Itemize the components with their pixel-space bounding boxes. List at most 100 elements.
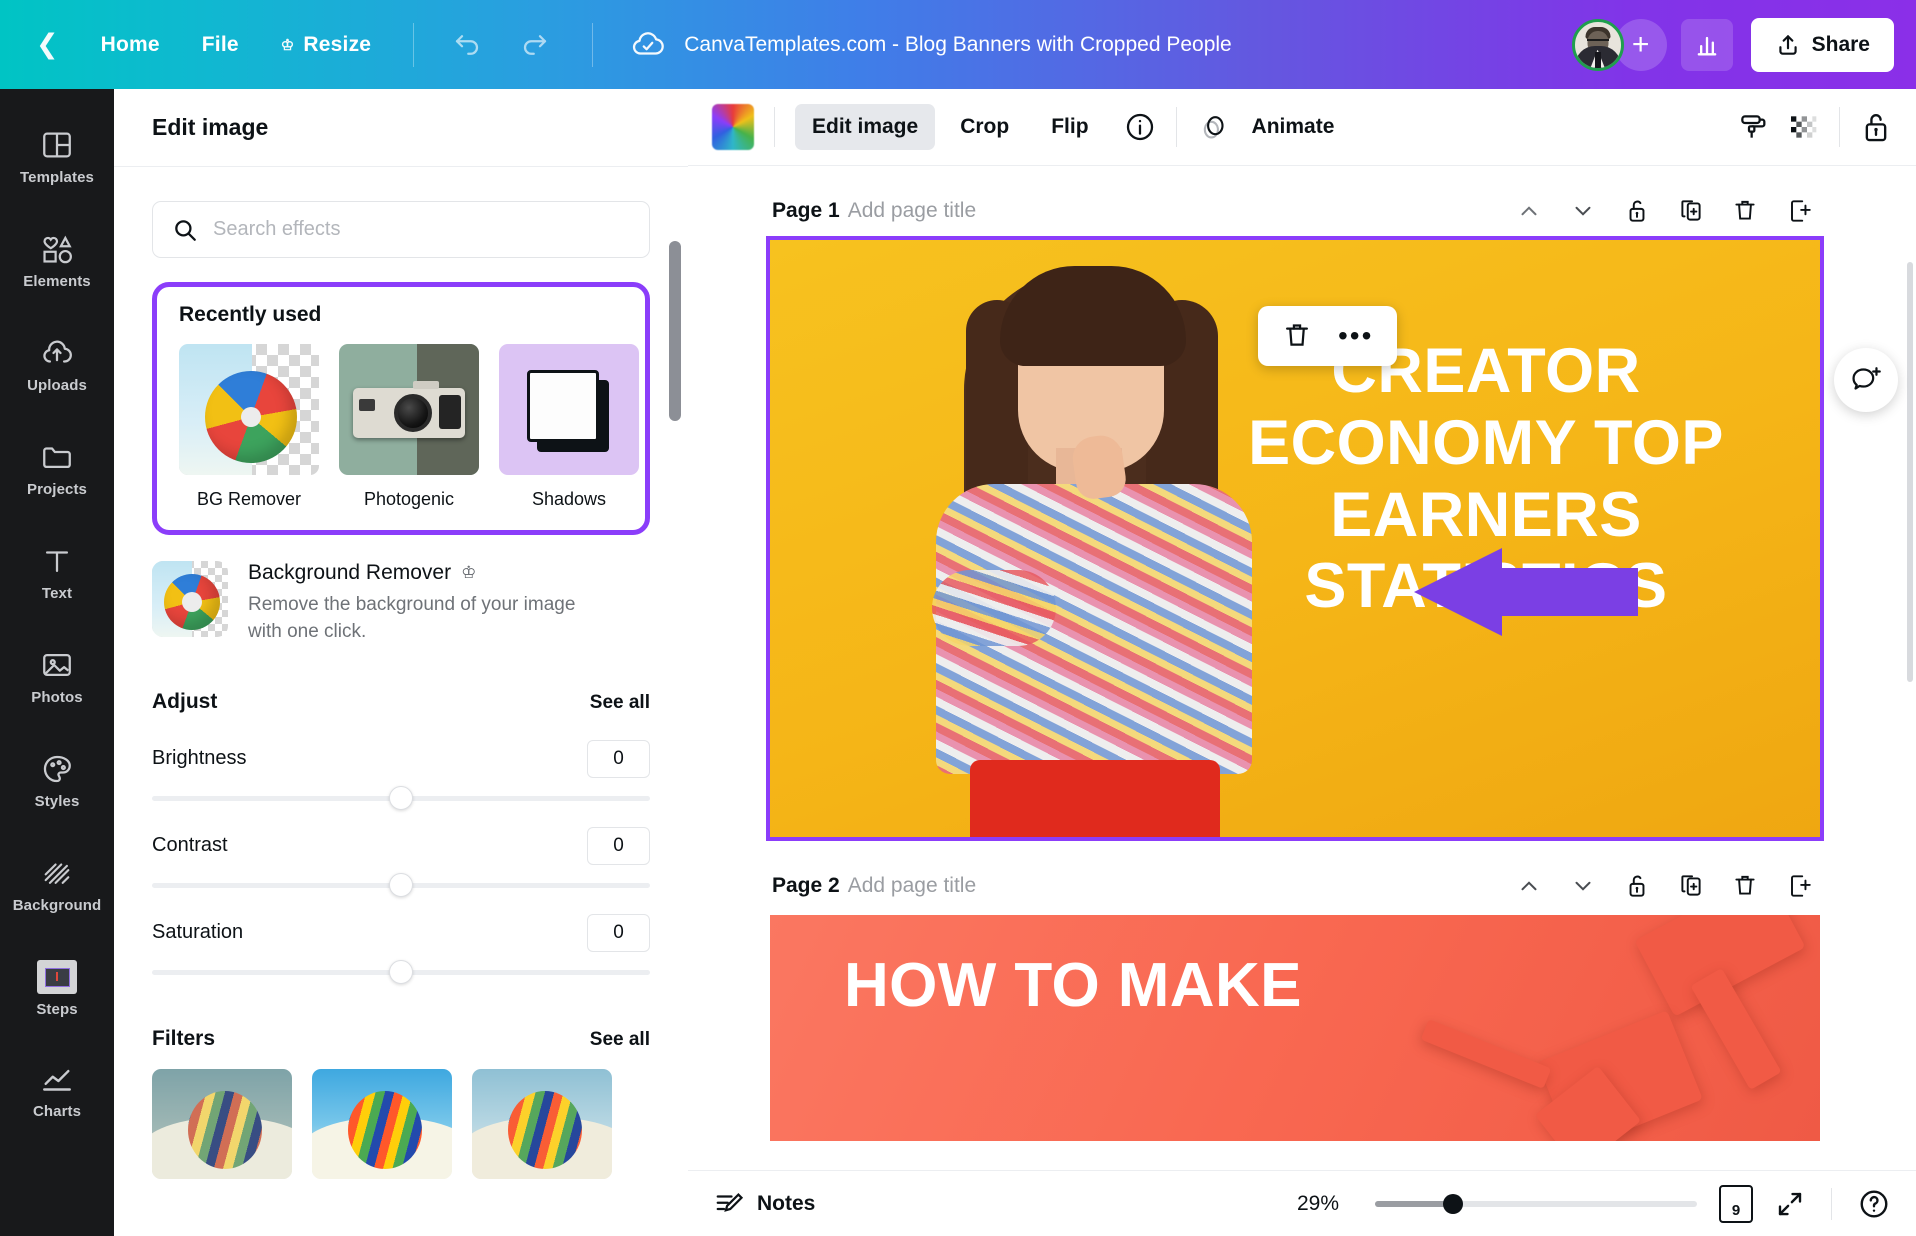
chevron-up-icon[interactable] [1516, 873, 1542, 899]
pages-scroll-container: Page 1 Add page title CREATOR ECONOMY TO… [688, 166, 1916, 1236]
filters-see-all-link[interactable]: See all [590, 1029, 650, 1051]
chevron-up-icon[interactable] [1516, 198, 1542, 224]
rail-item-projects[interactable]: Projects [0, 417, 114, 521]
trash-icon[interactable] [1732, 872, 1758, 900]
transparency-icon[interactable] [1787, 111, 1819, 143]
rail-item-templates[interactable]: Templates [0, 105, 114, 209]
bar-chart-icon[interactable] [1680, 18, 1733, 71]
top-header-bar: ❮ Home File ♔ Resize CanvaTemplates.com … [0, 0, 1916, 89]
document-title[interactable]: CanvaTemplates.com - Blog Banners with C… [684, 33, 1231, 57]
add-comment-icon[interactable] [1834, 348, 1898, 412]
lock-icon[interactable] [1624, 872, 1650, 900]
bottom-divider [1831, 1187, 1832, 1220]
avatar[interactable] [1571, 18, 1624, 71]
rail-label-photos: Photos [31, 689, 83, 706]
search-input[interactable] [213, 218, 630, 241]
slider-track-saturation[interactable] [152, 960, 650, 985]
rail-item-text[interactable]: Text [0, 521, 114, 625]
page-manager-icon[interactable]: 9 [1719, 1181, 1757, 1223]
notes-icon [716, 1192, 744, 1212]
duplicate-icon[interactable] [1678, 197, 1704, 225]
rail-label-projects: Projects [27, 481, 87, 498]
canvas-scrollbar[interactable] [1907, 262, 1913, 682]
animate-button[interactable]: Animate [1235, 104, 1352, 150]
duplicate-icon[interactable] [1678, 872, 1704, 900]
fullscreen-icon[interactable] [1775, 1189, 1805, 1219]
trash-icon[interactable] [1282, 320, 1312, 352]
zoom-slider[interactable] [1375, 1193, 1697, 1214]
uploads-cloud-icon [43, 340, 72, 363]
toolbar-divider-2 [592, 22, 594, 67]
lock-open-icon[interactable] [1860, 110, 1892, 144]
slider-track-contrast[interactable] [152, 873, 650, 898]
rail-label-charts: Charts [32, 1103, 82, 1120]
page-2-title-placeholder[interactable]: Add page title [848, 874, 976, 898]
slider-knob-saturation[interactable] [389, 960, 413, 985]
filter-thumb-2[interactable] [312, 1068, 452, 1179]
info-circle-icon[interactable] [1124, 111, 1156, 143]
adjust-see-all-link[interactable]: See all [590, 692, 650, 714]
zoom-percentage[interactable]: 29% [1297, 1192, 1353, 1216]
slider-knob-brightness[interactable] [389, 786, 413, 811]
page-2-actions [1516, 872, 1812, 900]
more-options-icon[interactable]: ••• [1338, 322, 1373, 350]
tab-flip[interactable]: Flip [1034, 104, 1105, 150]
rail-item-charts[interactable]: Charts [0, 1041, 114, 1145]
share-button[interactable]: Share [1750, 17, 1894, 72]
home-button[interactable]: Home [101, 33, 160, 57]
cloud-saved-icon[interactable] [631, 28, 665, 62]
slider-value-saturation[interactable]: 0 [587, 913, 650, 952]
notes-button[interactable]: Notes [714, 1189, 815, 1219]
filter-thumb-3[interactable] [472, 1068, 612, 1179]
lock-icon[interactable] [1624, 197, 1650, 225]
slider-value-brightness[interactable]: 0 [587, 739, 650, 778]
slider-value-contrast[interactable]: 0 [587, 826, 650, 865]
add-page-icon[interactable] [1786, 197, 1812, 225]
camera-duotone-thumb [339, 344, 479, 475]
rail-label-templates: Templates [20, 169, 94, 186]
effect-label: BG Remover [196, 489, 302, 509]
chevron-down-icon[interactable] [1570, 873, 1596, 899]
page-1-design[interactable]: CREATOR ECONOMY TOP EARNERS STATISTICS •… [766, 236, 1824, 841]
rail-item-steps[interactable]: Steps [0, 937, 114, 1041]
chevron-down-icon[interactable] [1570, 198, 1596, 224]
tab-edit-image[interactable]: Edit image [795, 104, 936, 150]
rail-item-elements[interactable]: Elements [0, 209, 114, 313]
rail-item-background[interactable]: Background [0, 833, 114, 937]
effect-card-photogenic[interactable]: Photogenic [339, 344, 479, 510]
shadow-card-thumb [499, 344, 639, 475]
slider-track-brightness[interactable] [152, 786, 650, 811]
filter-thumb-1[interactable] [152, 1068, 292, 1179]
canvas-toolbar-right [1719, 107, 1892, 147]
search-effects-field[interactable] [152, 201, 650, 258]
page-2-headline[interactable]: HOW TO MAKE [844, 949, 1302, 1022]
trash-icon[interactable] [1732, 197, 1758, 225]
panel-scrollbar[interactable] [669, 241, 681, 421]
animate-icon[interactable] [1197, 110, 1231, 144]
redo-icon[interactable] [520, 30, 550, 60]
file-menu-button[interactable]: File [202, 33, 239, 57]
page-1-title-placeholder[interactable]: Add page title [848, 199, 976, 223]
palette-icon [43, 755, 71, 783]
rail-item-photos[interactable]: Photos [0, 625, 114, 729]
beach-ball-transparent-thumb [179, 344, 319, 475]
image-color-swatch[interactable] [712, 104, 754, 150]
paint-roller-icon[interactable] [1737, 111, 1769, 143]
rail-item-uploads[interactable]: Uploads [0, 313, 114, 417]
effect-card-bg-remover[interactable]: BG Remover [179, 344, 319, 510]
page-2-card[interactable]: HOW TO MAKE [770, 915, 1820, 1141]
page-2-design[interactable]: HOW TO MAKE [770, 915, 1820, 1141]
effect-card-shadows[interactable]: Shadows [499, 344, 639, 510]
help-circle-icon[interactable] [1858, 1188, 1890, 1220]
resize-button[interactable]: ♔ Resize [281, 33, 371, 57]
zoom-slider-knob[interactable] [1443, 1193, 1463, 1214]
rail-item-styles[interactable]: Styles [0, 729, 114, 833]
back-chevron-icon[interactable]: ❮ [36, 29, 59, 60]
undo-icon[interactable] [452, 30, 482, 60]
add-page-icon[interactable] [1786, 872, 1812, 900]
slider-knob-contrast[interactable] [389, 873, 413, 898]
recently-used-section: Recently used BG Remover Photogenic Shad… [152, 282, 650, 535]
tab-crop[interactable]: Crop [943, 104, 1026, 150]
page-1-card[interactable]: CREATOR ECONOMY TOP EARNERS STATISTICS •… [766, 236, 1824, 841]
background-remover-item[interactable]: Background Remover ♔ Remove the backgrou… [152, 561, 650, 646]
